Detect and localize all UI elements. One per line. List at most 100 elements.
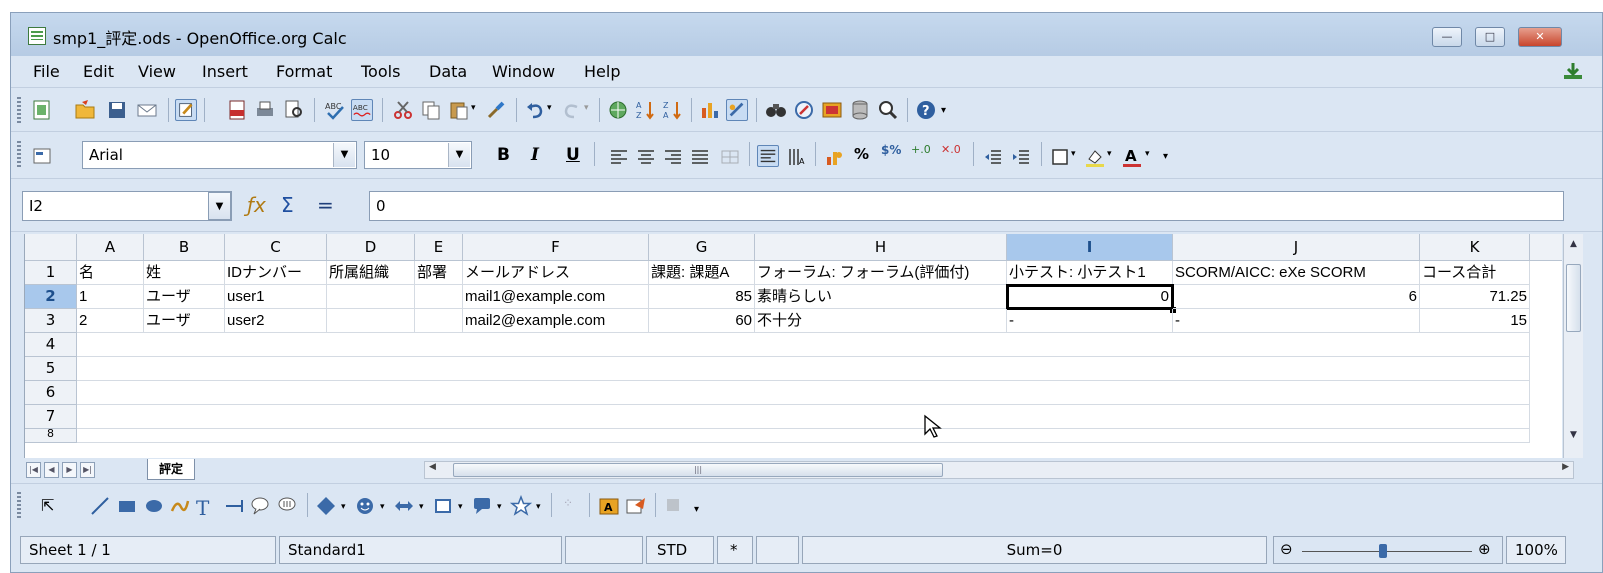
menu-help[interactable]: Help [584,62,620,81]
menu-data[interactable]: Data [429,62,467,81]
chart-icon[interactable] [699,99,721,121]
column-header-a[interactable]: A [77,234,144,261]
align-right-icon[interactable] [662,146,684,168]
column-header-f[interactable]: F [463,234,649,261]
align-left-icon[interactable] [608,146,630,168]
stars-icon[interactable] [510,495,532,517]
gallery-icon[interactable] [821,99,843,121]
block-arrows-icon[interactable] [393,495,415,517]
undo-icon[interactable] [524,99,546,121]
row-header-1[interactable]: 1 [25,261,77,285]
callout-icon[interactable] [249,495,271,517]
percent-format-icon[interactable]: % [854,145,869,163]
styles-formatting-icon[interactable] [31,145,53,167]
row-header-6[interactable]: 6 [25,381,77,405]
zoom-slider[interactable]: ⊖ ⊕ [1273,536,1503,564]
vertical-scrollbar[interactable]: ▲ ▼ [1563,234,1583,458]
menu-tools[interactable]: Tools [361,62,400,81]
toolbar-options-icon[interactable]: ▾ [1163,151,1185,173]
last-sheet-icon[interactable]: ▶| [80,462,95,478]
cell-f1[interactable]: メールアドレス [463,261,649,285]
cell-c3[interactable]: user2 [225,309,327,333]
update-download-icon[interactable] [1562,61,1584,81]
row-header-7[interactable]: 7 [25,405,77,429]
freeform-line-icon[interactable] [169,495,191,517]
maximize-button[interactable]: □ [1475,27,1505,47]
flowcharts-dropdown-icon[interactable]: ▾ [458,502,463,512]
function-icon[interactable]: = [317,193,334,217]
cell-j3[interactable]: - [1173,309,1420,333]
row-header-3[interactable]: 3 [25,309,77,333]
sheet-tab[interactable]: 評定 [147,459,195,480]
column-header-i[interactable]: I [1007,234,1173,261]
column-header-c[interactable]: C [225,234,327,261]
cell-b1[interactable]: 姓 [144,261,225,285]
standard-format-icon[interactable]: $% [881,143,901,157]
cell-g2[interactable]: 85 [649,285,755,309]
clone-formatting-icon[interactable] [485,99,507,121]
column-header-e[interactable]: E [415,234,463,261]
text-direction-icon[interactable]: A [785,146,807,168]
formula-input[interactable]: 0 [369,191,1564,221]
previous-sheet-icon[interactable]: ◀ [44,462,59,478]
horizontal-scrollbar[interactable]: ◀ ||| ▶ [424,461,1574,479]
scroll-thumb[interactable] [1566,264,1581,332]
cell-a1[interactable]: 名 [77,261,144,285]
toolbar-grip[interactable] [17,141,21,167]
vertical-callout-icon[interactable] [276,495,298,517]
insert-image-icon[interactable] [625,495,647,517]
cell-e3[interactable] [415,309,463,333]
function-wizard-icon[interactable]: ƒx [247,193,266,217]
cell-i2-active[interactable]: 0 [1006,284,1174,310]
background-color-icon[interactable] [1084,146,1106,168]
save-icon[interactable] [106,99,128,121]
sum-display[interactable]: Sum=0 [802,536,1267,564]
cell-b3[interactable]: ユーザ [144,309,225,333]
row-header-8[interactable]: 8 [25,428,77,443]
cell-i3[interactable]: - [1007,309,1173,333]
toolbar-options-icon[interactable]: ▾ [694,504,699,515]
navigator-icon[interactable] [793,99,815,121]
currency-format-icon[interactable] [823,146,845,168]
cell-c1[interactable]: IDナンバー [225,261,327,285]
horizontal-scroll-thumb[interactable]: ||| [453,463,943,477]
cell-f3[interactable]: mail2@example.com [463,309,649,333]
cell-d1[interactable]: 所属組織 [327,261,415,285]
cell-c2[interactable]: user1 [225,285,327,309]
add-decimal-icon[interactable]: +.0 [911,143,931,156]
hyperlink-icon[interactable] [607,99,629,121]
empty-row-8[interactable] [77,429,1530,443]
bold-button[interactable]: B [497,145,510,165]
cell-k2[interactable]: 71.25 [1420,285,1530,309]
scroll-right-icon[interactable]: ▶ [1562,462,1569,472]
toolbar-options-icon[interactable]: ▾ [941,105,963,127]
autospellcheck-icon[interactable]: ABC [351,99,373,121]
cell-h2[interactable]: 素晴らしい [755,285,1007,309]
first-sheet-icon[interactable]: |◀ [26,462,41,478]
scroll-down-icon[interactable]: ▼ [1566,430,1581,440]
menu-window[interactable]: Window [492,62,555,81]
wrap-text-icon[interactable] [757,145,779,167]
line-icon[interactable] [89,495,111,517]
chevron-down-icon[interactable]: ▼ [333,143,355,167]
data-sources-icon[interactable] [849,99,871,121]
justify-icon[interactable] [689,146,711,168]
toolbar-grip[interactable] [17,492,21,518]
cut-icon[interactable] [392,99,414,121]
column-header-j[interactable]: J [1173,234,1420,261]
paste-icon[interactable] [448,99,470,121]
zoom-in-icon[interactable]: ⊕ [1478,540,1491,558]
row-header-5[interactable]: 5 [25,357,77,381]
flowcharts-icon[interactable] [432,495,454,517]
menu-file[interactable]: File [33,62,60,81]
symbol-shapes-icon[interactable] [354,495,376,517]
borders-icon[interactable] [1049,146,1071,168]
menu-edit[interactable]: Edit [83,62,114,81]
edit-file-icon[interactable] [175,99,197,121]
text-animation-icon[interactable] [223,495,245,517]
column-header-partial[interactable] [1530,234,1562,261]
cell-f2[interactable]: mail1@example.com [463,285,649,309]
symbol-shapes-dropdown-icon[interactable]: ▾ [380,502,385,512]
zoom-track[interactable] [1302,551,1472,552]
menu-format[interactable]: Format [276,62,332,81]
